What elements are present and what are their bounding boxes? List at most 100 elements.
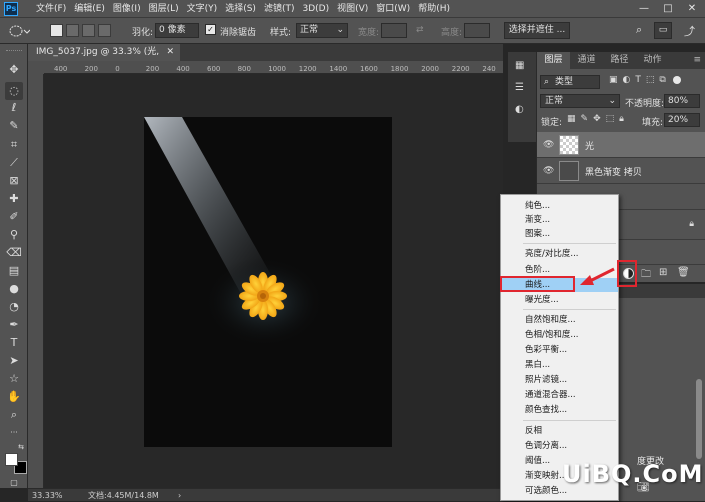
more-tools-icon[interactable]: ···	[5, 424, 23, 442]
minimize-button[interactable]: —	[633, 0, 655, 18]
quick-select-tool-icon[interactable]: ✎	[5, 117, 23, 135]
menu-3d[interactable]: 3D(D)	[298, 0, 333, 18]
menu-edit[interactable]: 编辑(E)	[70, 0, 109, 18]
clone-stamp-tool-icon[interactable]: ⚲	[5, 226, 23, 244]
width-input[interactable]	[381, 23, 407, 38]
new-layer-icon[interactable]: ⊞	[659, 267, 667, 278]
menu-file[interactable]: 文件(F)	[32, 0, 70, 18]
intersect-selection-icon[interactable]	[98, 24, 111, 37]
status-menu-chevron-icon[interactable]: ›	[178, 489, 181, 502]
pixel-filter-icon[interactable]: ▣	[609, 75, 618, 85]
menu-item-exposure[interactable]: 曝光度...	[501, 293, 618, 307]
eraser-tool-icon[interactable]: ⌫	[5, 244, 23, 262]
menu-item-solid-color[interactable]: 纯色...	[501, 199, 618, 213]
workspace-icon[interactable]: ▭	[654, 22, 672, 39]
antialias-checkbox[interactable]: ✓	[205, 24, 216, 35]
zoom-tool-icon[interactable]: ⌕	[5, 406, 23, 424]
gradient-tool-icon[interactable]: ▤	[5, 262, 23, 280]
new-group-icon[interactable]: 🗀︎	[641, 267, 651, 284]
menu-help[interactable]: 帮助(H)	[414, 0, 454, 18]
menu-type[interactable]: 文字(Y)	[183, 0, 222, 18]
menu-item-hue-saturation[interactable]: 色相/饱和度...	[501, 328, 618, 342]
tab-paths[interactable]: 路径	[603, 52, 636, 69]
foreground-color-swatch[interactable]	[5, 453, 18, 466]
crop-tool-icon[interactable]: ⌗	[5, 136, 23, 154]
eye-icon[interactable]: 👁︎	[543, 166, 554, 176]
menu-item-brightness-contrast[interactable]: 亮度/对比度...	[501, 247, 618, 261]
delete-layer-icon[interactable]: 🗑︎	[677, 267, 690, 278]
elliptical-marquee-preset-icon[interactable]	[8, 24, 30, 38]
layer-filter-select[interactable]: ⌕ 类型	[540, 75, 600, 89]
adjust-panel-icon[interactable]: ◐	[515, 104, 524, 115]
filter-toggle-icon[interactable]	[672, 76, 681, 84]
marquee-tool-icon[interactable]: ◌	[5, 82, 23, 100]
panel-menu-icon[interactable]: ≡	[669, 52, 705, 69]
document-tab[interactable]: IMG_5037.jpg @ 33.3% (光, RGB/8) * ✕	[28, 44, 180, 74]
swap-colors-icon[interactable]: ⇆	[16, 442, 26, 452]
blur-tool-icon[interactable]: ●	[5, 280, 23, 298]
hand-tool-icon[interactable]: ✋	[5, 388, 23, 406]
quick-mask-icon[interactable]: ▢	[5, 478, 23, 488]
share-icon[interactable]: ⤴	[684, 23, 695, 39]
swap-icon[interactable]: ⇄	[416, 25, 424, 35]
style-select[interactable]: 正常 ⌄	[296, 23, 348, 38]
move-tool-icon[interactable]: ✥	[5, 61, 23, 79]
smart-filter-icon[interactable]: ⧉	[659, 75, 665, 85]
maximize-button[interactable]: □	[657, 0, 679, 18]
menu-item-vibrance[interactable]: 自然饱和度...	[501, 313, 618, 327]
type-tool-icon[interactable]: T	[5, 334, 23, 352]
brush-tool-icon[interactable]: ✐	[5, 208, 23, 226]
eyedropper-tool-icon[interactable]: ⟋	[5, 154, 23, 172]
layer-row-black-gradient-copy[interactable]: 👁︎ 黑色渐变 拷贝	[537, 158, 705, 184]
menu-item-color-balance[interactable]: 色彩平衡...	[501, 343, 618, 357]
adjustment-filter-icon[interactable]: ◐	[623, 75, 631, 85]
pen-tool-icon[interactable]: ✒	[5, 316, 23, 334]
shape-tool-icon[interactable]: ☆	[5, 370, 23, 388]
history-scrollbar[interactable]	[696, 379, 702, 459]
ruler-origin[interactable]	[28, 61, 44, 74]
menu-view[interactable]: 视图(V)	[333, 0, 372, 18]
subtract-selection-icon[interactable]	[82, 24, 95, 37]
toolbox-grip[interactable]	[6, 50, 22, 54]
properties-panel-icon[interactable]: ☰	[515, 82, 524, 93]
new-selection-icon[interactable]	[50, 24, 63, 37]
menu-item-invert[interactable]: 反相	[501, 424, 618, 438]
opacity-input[interactable]: 80%	[664, 94, 700, 108]
close-window-button[interactable]: ✕	[681, 0, 703, 18]
menu-window[interactable]: 窗口(W)	[372, 0, 414, 18]
feather-input[interactable]: 0 像素	[155, 23, 199, 38]
fill-input[interactable]: 20%	[664, 113, 700, 127]
shape-filter-icon[interactable]: ⬚	[646, 75, 655, 85]
lock-position-icon[interactable]: ✥	[593, 114, 601, 124]
type-filter-icon[interactable]: T	[635, 75, 641, 85]
frame-tool-icon[interactable]: ⊠	[5, 172, 23, 190]
close-tab-icon[interactable]: ✕	[166, 44, 174, 61]
dodge-tool-icon[interactable]: ◔	[5, 298, 23, 316]
history-panel-icon[interactable]: ▦	[515, 60, 524, 71]
lock-pixels-icon[interactable]: ✎	[581, 114, 589, 124]
menu-item-channel-mixer[interactable]: 通道混合器...	[501, 388, 618, 402]
document-canvas[interactable]	[144, 117, 392, 447]
height-input[interactable]	[464, 23, 490, 38]
menu-item-photo-filter[interactable]: 照片滤镜...	[501, 373, 618, 387]
menu-image[interactable]: 图像(I)	[109, 0, 145, 18]
path-select-tool-icon[interactable]: ➤	[5, 352, 23, 370]
lock-artboard-icon[interactable]: ⬚	[606, 114, 615, 124]
healing-tool-icon[interactable]: ✚	[5, 190, 23, 208]
tab-actions[interactable]: 动作	[636, 52, 669, 69]
select-and-mask-button[interactable]: 选择并遮住 ...	[504, 22, 570, 39]
add-selection-icon[interactable]	[66, 24, 79, 37]
menu-select[interactable]: 选择(S)	[221, 0, 260, 18]
menu-item-pattern[interactable]: 图案...	[501, 227, 618, 241]
eye-icon[interactable]: 👁︎	[543, 140, 554, 150]
menu-item-gradient[interactable]: 渐变...	[501, 213, 618, 227]
menu-layer[interactable]: 图层(L)	[145, 0, 183, 18]
menu-item-color-lookup[interactable]: 颜色查找...	[501, 403, 618, 417]
tab-channels[interactable]: 通道	[570, 52, 603, 69]
layer-row-light[interactable]: 👁︎ 光	[537, 132, 705, 158]
search-icon[interactable]: ⌕	[636, 23, 642, 37]
lock-transparent-icon[interactable]: ▦	[567, 114, 576, 124]
menu-item-black-white[interactable]: 黑白...	[501, 358, 618, 372]
blend-mode-select[interactable]: 正常 ⌄	[540, 94, 620, 108]
zoom-level[interactable]: 33.33%	[32, 489, 63, 502]
